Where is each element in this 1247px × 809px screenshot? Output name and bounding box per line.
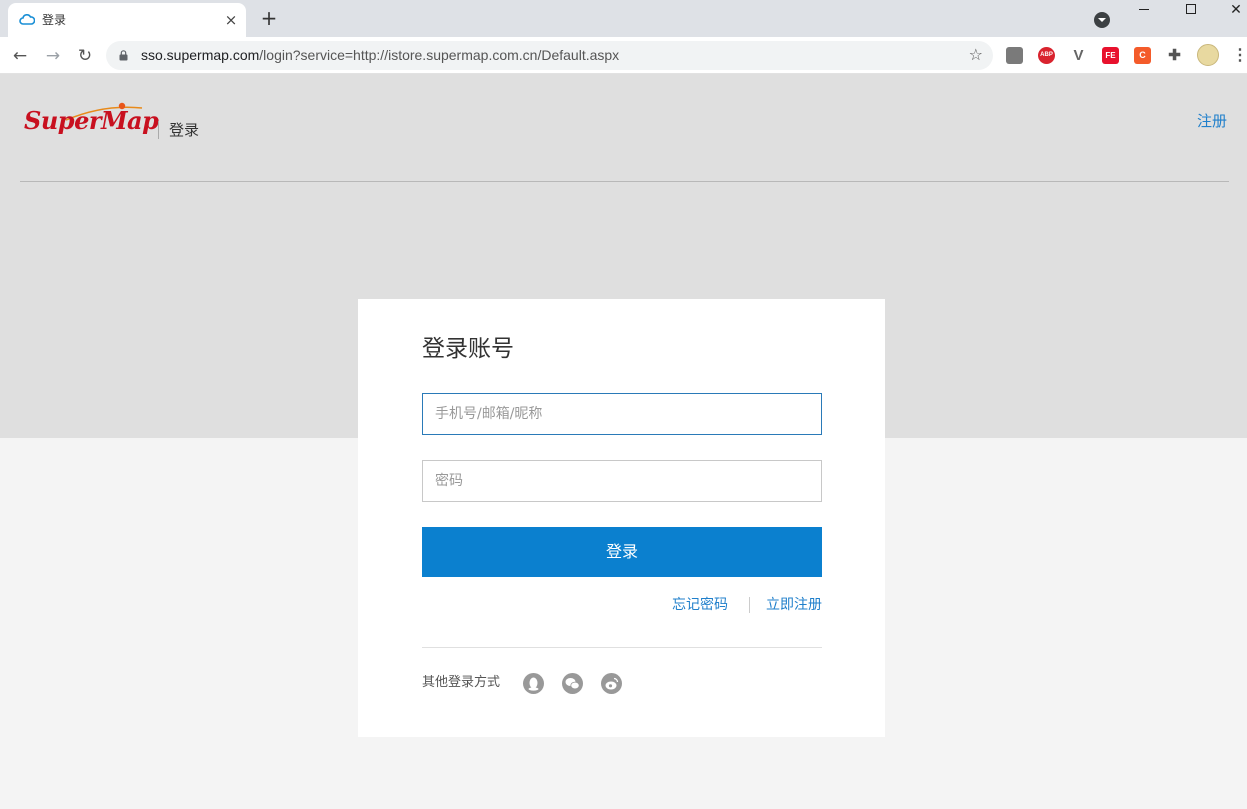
tab-close-icon[interactable]: × (222, 11, 240, 29)
forward-arrow-icon[interactable]: → (42, 45, 64, 67)
window-close-button[interactable]: ✕ (1213, 0, 1247, 30)
extensions-puzzle-icon[interactable]: ✚ (1166, 47, 1183, 64)
username-input[interactable] (422, 393, 822, 435)
header-title: 登录 (169, 121, 200, 139)
window-maximize-button[interactable] (1168, 0, 1214, 30)
vue-devtools-icon[interactable]: V (1070, 47, 1087, 64)
browser-tab[interactable]: 登录 × (8, 3, 246, 37)
bookmark-star-icon[interactable]: ☆ (969, 46, 983, 64)
reload-icon[interactable]: ↻ (74, 45, 96, 67)
browser-tabstrip: 登录 × + ✕ (0, 0, 1247, 37)
other-login-label: 其他登录方式 (422, 675, 501, 690)
logo-text: SuperMap (24, 106, 159, 135)
extension-screenshot-icon[interactable] (1006, 47, 1023, 64)
weibo-icon[interactable] (601, 673, 622, 694)
profile-avatar[interactable] (1197, 44, 1219, 66)
address-bar[interactable]: sso.supermap.com/login?service=http://is… (106, 41, 993, 70)
url-text: sso.supermap.com/login?service=http://is… (141, 47, 619, 64)
tab-search-icon[interactable] (1094, 12, 1110, 28)
supermap-logo[interactable]: SuperMap (24, 102, 159, 138)
tab-title: 登录 (42, 13, 67, 27)
forgot-password-link[interactable]: 忘记密码 (672, 596, 728, 614)
password-input[interactable] (422, 460, 822, 502)
login-button[interactable]: 登录 (422, 527, 822, 577)
window-minimize-button[interactable] (1121, 0, 1167, 30)
adblock-plus-icon[interactable]: ABP (1038, 47, 1055, 64)
header-divider (20, 181, 1229, 182)
login-title: 登录账号 (422, 336, 514, 362)
new-tab-button[interactable]: + (259, 8, 279, 28)
back-arrow-icon[interactable]: ← (9, 45, 31, 67)
browser-toolbar: ← → ↻ sso.supermap.com/login?service=htt… (0, 37, 1247, 74)
extension-c-icon[interactable]: C (1134, 47, 1151, 64)
page-content: SuperMap 登录 注册 登录账号 登录 忘记密码 立即注册 其他登录方式 (0, 74, 1247, 809)
fehelper-icon[interactable]: FE (1102, 47, 1119, 64)
browser-menu-icon[interactable]: ⋮ (1232, 47, 1247, 64)
logo-divider (158, 121, 159, 139)
url-path: /login?service=http://istore.supermap.co… (259, 47, 620, 63)
wechat-icon[interactable] (562, 673, 583, 694)
card-divider (422, 647, 822, 648)
login-card: 登录账号 登录 忘记密码 立即注册 其他登录方式 (358, 299, 885, 737)
header-register-link[interactable]: 注册 (1197, 112, 1227, 130)
cloud-favicon-icon (19, 14, 35, 25)
qq-icon[interactable] (523, 673, 544, 694)
url-host: sso.supermap.com (141, 47, 260, 63)
link-separator (749, 597, 750, 613)
register-now-link[interactable]: 立即注册 (766, 596, 822, 614)
lock-icon (119, 50, 128, 61)
